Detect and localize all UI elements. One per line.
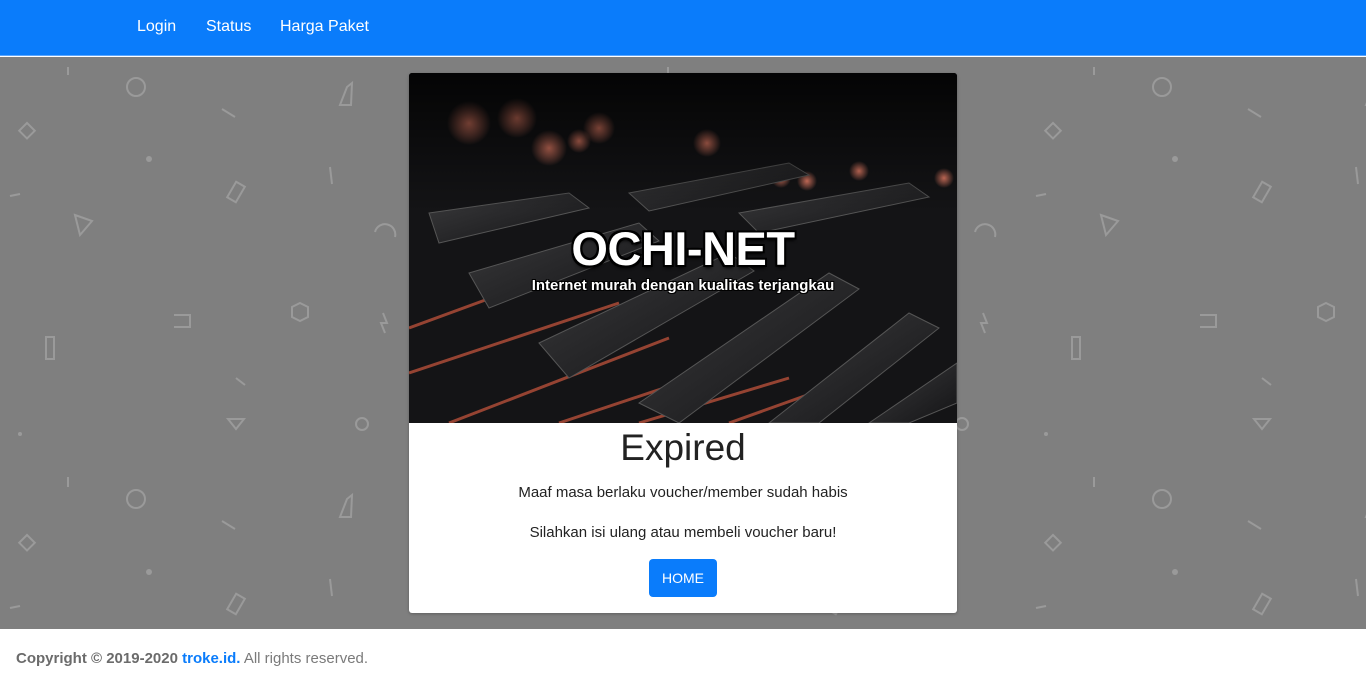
home-button[interactable]: HOME <box>649 559 717 597</box>
footer-copyright: Copyright © 2019-2020 troke.id. All righ… <box>16 650 368 667</box>
rights-text: All rights reserved. <box>243 650 369 667</box>
footer: Copyright © 2019-2020 troke.id. All righ… <box>0 629 1366 686</box>
refill-message: Silahkan isi ulang atau membeli voucher … <box>529 524 837 541</box>
brand-link[interactable]: troke.id. <box>182 650 240 667</box>
copyright-text: Copyright © 2019-2020 <box>16 650 178 667</box>
hero-banner-image: OCHI-NET Internet murah dengan kualitas … <box>409 73 957 423</box>
hero-title: OCHI-NET <box>571 222 795 275</box>
top-navbar: Login Status Harga Paket <box>0 0 1366 56</box>
main-content: OCHI-NET Internet murah dengan kualitas … <box>0 57 1366 629</box>
nav-link-status[interactable]: Status <box>206 18 251 36</box>
nav-link-login[interactable]: Login <box>137 18 176 36</box>
expired-card: OCHI-NET Internet murah dengan kualitas … <box>409 73 957 613</box>
hero-subtitle: Internet murah dengan kualitas terjangka… <box>531 277 835 294</box>
expired-message: Maaf masa berlaku voucher/member sudah h… <box>518 484 848 501</box>
card-title: Expired <box>620 427 746 468</box>
nav-link-harga-paket[interactable]: Harga Paket <box>280 18 369 36</box>
